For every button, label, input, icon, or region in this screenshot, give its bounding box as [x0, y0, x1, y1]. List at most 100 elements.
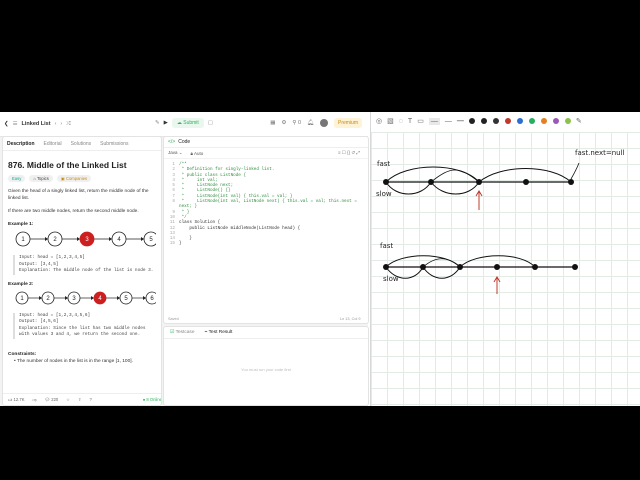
code-tab[interactable]: Code — [178, 139, 190, 145]
leetcode-window: ❮ ☰ Linked List ‹ › ⤮ ✎ ▶ ☁ Submit ▢ ▦ ⚙… — [0, 112, 369, 406]
shuffle-icon[interactable]: ⤮ — [66, 121, 70, 128]
test-tabs: ☑ Testcase ⌁ Test Result — [164, 327, 368, 339]
color-swatch-6[interactable] — [528, 118, 535, 124]
tab-test-result[interactable]: ⌁ Test Result — [205, 330, 233, 335]
share-icon[interactable]: ⇪ — [78, 397, 82, 402]
code-text: public ListNode middleNode(ListNode head… — [179, 225, 301, 231]
description-footer: 👍︎ 12.7K 👎︎ 💬︎ 220 ☆ ⇪ ? ● 8 Online — [3, 393, 161, 405]
list-icon[interactable]: ☰ — [13, 121, 18, 127]
line-number: 15 — [169, 241, 175, 247]
code-text: * ListNode(int val, ListNode next) { thi… — [179, 199, 357, 205]
text-tool-icon[interactable]: T — [408, 118, 412, 125]
problem-list-link[interactable]: Linked List — [22, 121, 51, 127]
constraint-1: • The number of nodes in the list is in … — [14, 358, 133, 364]
like-count: 12.7K — [13, 396, 25, 402]
color-swatch-9[interactable] — [564, 118, 571, 124]
notes-icon[interactable]: ▢ — [208, 120, 213, 126]
lasso-icon[interactable]: ◌ — [399, 118, 403, 125]
description-tabs: Description Editorial Solutions Submissi… — [3, 137, 161, 151]
companies-chip[interactable]: ▣ Companies — [56, 175, 92, 182]
slow-arc-2 — [430, 181, 480, 195]
code-tool-icons[interactable]: ≡ ☐ {} ↺ ⤢ — [338, 150, 360, 156]
example-2-title: Example 2: — [8, 281, 34, 287]
run-icon[interactable]: ▶ — [164, 120, 168, 126]
pen-thick-icon[interactable]: — — [457, 118, 464, 125]
pen-thin-icon[interactable]: — — [445, 118, 452, 125]
tab-testcase[interactable]: ☑ Testcase — [170, 330, 195, 335]
code-toolbar: Java ⌄ 🔒︎ Auto ≡ ☐ {} ↺ ⤢ — [164, 148, 368, 159]
example-1-arrowhead-4 — [141, 237, 144, 241]
submit-button[interactable]: ☁ Submit — [171, 118, 204, 128]
slow-arc-4 — [422, 266, 461, 279]
camera-icon[interactable]: ◎ — [376, 117, 382, 125]
example-2-diagram: 123456 — [15, 291, 159, 304]
bell-icon[interactable]: 🔔︎ — [307, 120, 314, 126]
comments-button[interactable]: 💬︎ 220 — [45, 397, 58, 403]
fast-null-label: fast.next=null — [575, 149, 625, 157]
example-2-explanation: Explanation: Since the list has two midd… — [19, 325, 146, 338]
tab-description[interactable]: Description — [7, 141, 35, 147]
screen: ❮ ☰ Linked List ‹ › ⤮ ✎ ▶ ☁ Submit ▢ ▦ ⚙… — [0, 112, 640, 406]
pen-settings-icon[interactable]: ✎ — [576, 117, 582, 125]
example-2-arrowhead-4 — [117, 295, 120, 300]
color-swatch-4[interactable] — [504, 118, 511, 124]
debug-icon[interactable]: ✎ — [155, 120, 160, 126]
tab-solutions[interactable]: Solutions — [71, 141, 92, 147]
saved-status: Saved — [168, 317, 179, 321]
top-navbar: ❮ ☰ Linked List ‹ › ⤮ ✎ ▶ ☁ Submit ▢ ▦ ⚙… — [0, 112, 368, 137]
shapes-icon[interactable]: ▭ — [417, 117, 424, 125]
test-empty-message: You must run your code first — [241, 367, 291, 372]
constraints-title: Constraints: — [8, 351, 37, 357]
constraint-1-text: The number of nodes in the list is in th… — [16, 358, 133, 364]
help-icon[interactable]: ? — [90, 397, 92, 402]
like-button[interactable]: 👍︎ 12.7K — [8, 397, 25, 403]
code-header: </> Code — [164, 137, 368, 148]
streak-count: 0 — [297, 120, 301, 126]
streak-counter[interactable]: ⚲ 0 — [292, 120, 301, 126]
drawing-canvas[interactable]: fast slow fast.next=null fast slow — [371, 132, 640, 406]
difficulty-badge[interactable]: Easy — [8, 175, 26, 182]
example-1-arrowhead-1 — [45, 237, 48, 241]
image-icon[interactable]: ▧ — [387, 117, 394, 125]
color-swatch-7[interactable] — [540, 118, 547, 124]
null-pointer-line — [570, 162, 580, 180]
tab-submissions[interactable]: Submissions — [100, 141, 128, 147]
prev-problem-icon[interactable]: ‹ — [55, 121, 57, 127]
star-icon[interactable]: ☆ — [66, 397, 70, 402]
cursor-position: Ln 13, Col 9 — [340, 317, 361, 321]
highlighter-icon[interactable]: — — [428, 117, 440, 125]
premium-button[interactable]: Premium — [333, 118, 362, 128]
code-panel: </> Code Java ⌄ 🔒︎ Auto ≡ ☐ {} ↺ ⤢ 1/** 2… — [163, 136, 369, 324]
companies-label: Companies — [65, 176, 88, 181]
code-text: } — [179, 241, 182, 247]
problem-statement: Given the head of a singly linked list, … — [8, 189, 149, 201]
tab-editorial[interactable]: Editorial — [44, 141, 62, 147]
problem-title: 876. Middle of the Linked List — [8, 160, 127, 170]
color-swatch-5[interactable] — [516, 118, 523, 124]
topics-chip[interactable]: ⌂ Topics — [29, 175, 53, 182]
example-1-arrowhead-3 — [109, 237, 112, 241]
language-select[interactable]: Java ⌄ — [168, 150, 183, 156]
fast-label-2: fast — [380, 242, 394, 250]
code-editor[interactable]: 1/** 2 * Definition for singly-linked lis… — [164, 159, 368, 247]
settings-icon[interactable]: ⚙ — [281, 120, 286, 126]
example-2-arrowhead-3 — [91, 295, 94, 300]
color-swatch-1[interactable] — [468, 118, 475, 124]
slow-arc-1 — [385, 181, 432, 195]
next-problem-icon[interactable]: › — [60, 121, 62, 127]
dislike-icon[interactable]: 👎︎ — [33, 397, 37, 403]
testcase-label: Testcase — [175, 330, 195, 335]
color-swatch-2[interactable] — [480, 118, 487, 124]
list-2-node-6 — [572, 264, 578, 270]
layout-icon[interactable]: ▦ — [270, 120, 275, 126]
fast-label-1: fast — [377, 160, 391, 168]
auto-toggle[interactable]: 🔒︎ Auto — [191, 151, 204, 156]
avatar[interactable] — [319, 119, 328, 127]
example-1-explanation: Explanation: The middle node of the list… — [19, 268, 154, 273]
code-icon: </> — [168, 139, 176, 145]
list-1-node-4 — [523, 179, 529, 185]
back-icon[interactable]: ❮ — [4, 121, 9, 127]
color-swatch-3[interactable] — [492, 118, 499, 124]
color-swatch-8[interactable] — [552, 118, 559, 124]
slow-label-2: slow — [383, 275, 399, 283]
